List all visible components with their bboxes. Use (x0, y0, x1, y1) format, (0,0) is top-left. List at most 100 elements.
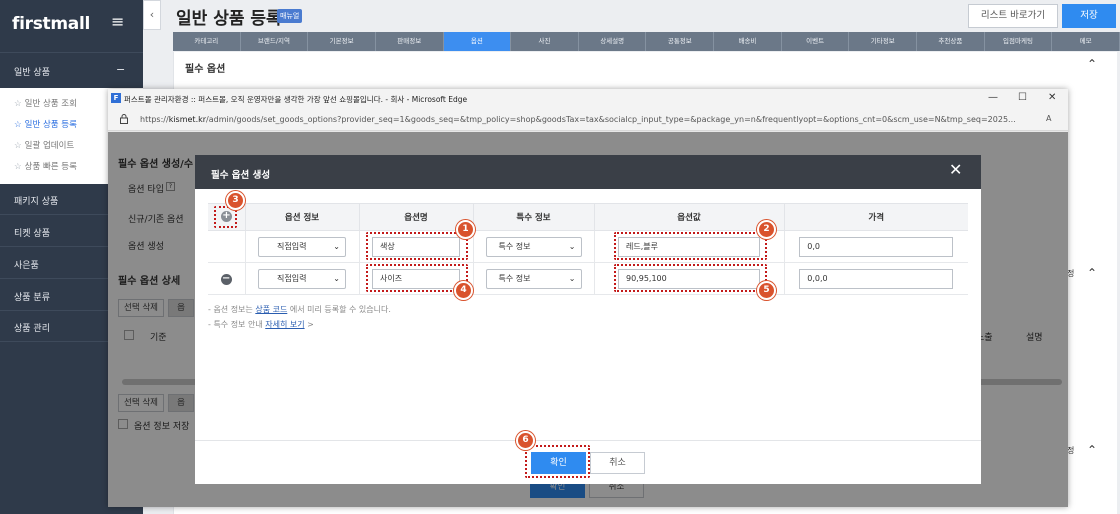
tab-brand-region[interactable]: 브랜드/지역 (240, 32, 309, 51)
tab-sales-info[interactable]: 판매정보 (375, 32, 444, 51)
url-path: /admin/goods/set_goods_options?provider_… (206, 115, 1016, 124)
sidebar-subitem-bulk-update[interactable]: ☆ 일괄 업데이트 (14, 139, 74, 151)
highlight-option-name-1 (366, 232, 468, 260)
close-icon[interactable]: ✕ (1048, 92, 1056, 103)
special-info-value: 특수 정보 (498, 273, 531, 283)
address-bar[interactable]: https://kismet.kr/admin/goods/set_goods_… (108, 109, 1068, 131)
sidebar-subitem-quick-register[interactable]: ☆ 상품 빠른 등록 (14, 160, 77, 172)
tab-other-info[interactable]: 기타정보 (849, 32, 918, 51)
row-action-cell (208, 230, 246, 263)
highlight-option-name-2 (366, 264, 468, 292)
sidebar-subitem-register[interactable]: ☆ 일반 상품 등록 (14, 118, 77, 130)
collapse-sidebar-button[interactable]: ‹ (143, 0, 161, 30)
section-label-stub: 정 (1067, 269, 1075, 278)
collapse-section-icon[interactable]: − (116, 63, 125, 76)
sidebar-subitem-label: 상품 빠른 등록 (24, 162, 77, 172)
special-info-select[interactable]: 특수 정보 ⌄ (485, 268, 582, 289)
remove-row-button[interactable]: − (220, 273, 232, 285)
special-info-cell: 특수 정보 ⌄ (473, 262, 595, 295)
tab-basic-info[interactable]: 기본정보 (308, 32, 376, 51)
lock-icon (120, 114, 128, 124)
go-to-list-button[interactable]: 리스트 바로가기 (968, 4, 1058, 28)
option-info-select[interactable]: 직접입력 ⌄ (258, 268, 346, 289)
note-text: > (304, 320, 314, 329)
tab-options[interactable]: 옵션 (443, 32, 512, 51)
star-icon: ☆ (14, 141, 22, 151)
star-icon: ☆ (14, 162, 22, 172)
sidebar-item-package[interactable]: 패키지 상품 (14, 194, 58, 207)
note-option-code: - 옵션 정보는 상품 코드 에서 미리 등록할 수 있습니다. (208, 305, 391, 314)
highlight-option-value-2 (614, 264, 767, 292)
step-marker-1: 1 (456, 220, 475, 239)
sidebar-subitem-label: 일반 상품 등록 (24, 120, 77, 130)
tab-memo[interactable]: 메모 (1052, 32, 1120, 51)
see-details-link[interactable]: 자세히 보기 (265, 320, 304, 329)
option-info-value: 직접입력 (277, 241, 307, 251)
tab-description[interactable]: 상세설명 (578, 32, 647, 51)
special-info-value: 특수 정보 (498, 241, 531, 251)
sidebar-item-general-products[interactable]: 일반 상품 (14, 65, 50, 78)
sidebar-divider (0, 52, 143, 53)
sidebar-subitem-list[interactable]: ☆ 일반 상품 조회 (14, 97, 77, 109)
price-cell: 0,0,0 (784, 262, 968, 295)
price-cell: 0,0 (784, 230, 968, 263)
tab-events[interactable]: 이벤트 (781, 32, 850, 51)
price-input[interactable]: 0,0,0 (799, 268, 954, 289)
note-text: 옵션 정보는 (213, 305, 256, 314)
sidebar-item-gift[interactable]: 사은품 (14, 258, 39, 271)
special-info-select[interactable]: 특수 정보 ⌄ (485, 236, 582, 257)
note-special-info: - 특수 정보 안내 자세히 보기 > (208, 320, 314, 329)
table-row: 직접입력 ⌄ 색상 특수 정보 ⌄ 레드,블루 0,0 (208, 230, 968, 263)
sidebar-subitem-label: 일반 상품 조회 (24, 99, 77, 109)
tab-common-info[interactable]: 공통정보 (646, 32, 715, 51)
url-host: kismet.kr (168, 115, 207, 124)
chevron-down-icon: ⌄ (333, 241, 340, 251)
cancel-button[interactable]: 취소 (590, 452, 645, 474)
highlight-option-value-1 (614, 232, 767, 260)
column-header-special-info: 특수 정보 (473, 203, 595, 231)
modal-header: 필수 옵션 생성 ✕ (195, 155, 981, 189)
sidebar-item-management[interactable]: 상품 관리 (14, 321, 50, 334)
price-input[interactable]: 0,0 (799, 236, 954, 257)
product-code-link[interactable]: 상품 코드 (255, 305, 287, 314)
tab-shipping[interactable]: 배송비 (714, 32, 782, 51)
section-tabs: 카테고리 브랜드/지역 기본정보 판매정보 옵션 사진 상세설명 공통정보 배송… (173, 32, 1120, 51)
column-header-price: 가격 (784, 203, 968, 231)
note-text: 특수 정보 안내 (213, 320, 266, 329)
chevron-up-icon[interactable]: ⌃ (1087, 443, 1097, 457)
url-scheme: https:// (140, 115, 169, 124)
tab-photos[interactable]: 사진 (511, 32, 579, 51)
close-icon[interactable]: ✕ (949, 162, 962, 178)
step-marker-2: 2 (757, 220, 776, 239)
chevron-down-icon: ⌄ (568, 273, 576, 283)
section-label-stub: 정 (1067, 446, 1075, 455)
sidebar-item-ticket[interactable]: 티켓 상품 (14, 226, 50, 239)
tab-recommended[interactable]: 추천상품 (917, 32, 985, 51)
url-text[interactable]: https://kismet.kr/admin/goods/set_goods_… (140, 115, 1016, 124)
minimize-icon[interactable]: — (988, 92, 998, 103)
browser-title: 퍼스트몰 관리자환경 :: 퍼스트몰, 오직 운영자만을 생각한 가장 앞선 쇼… (124, 95, 468, 104)
read-aloud-icon[interactable]: A (1046, 114, 1051, 123)
page-title: 일반 상품 등록 (176, 9, 282, 29)
required-option-modal: 필수 옵션 생성 ✕ 옵션 정보 옵션명 특수 정보 옵션값 가격 직접입력 ⌄ … (195, 155, 981, 484)
highlight-confirm (525, 445, 590, 478)
tab-category[interactable]: 카테고리 (173, 32, 241, 51)
maximize-icon[interactable]: ☐ (1018, 92, 1027, 103)
tab-marketing[interactable]: 입점마케팅 (984, 32, 1053, 51)
table-header-row: 옵션 정보 옵션명 특수 정보 옵션값 가격 (208, 203, 968, 231)
save-button[interactable]: 저장 (1062, 4, 1116, 28)
option-table: 옵션 정보 옵션명 특수 정보 옵션값 가격 직접입력 ⌄ 색상 특수 정보 ⌄ 레… (208, 203, 968, 295)
favicon-icon: F (111, 93, 121, 103)
option-info-select[interactable]: 직접입력 ⌄ (258, 236, 346, 257)
chevron-up-icon[interactable]: ⌃ (1087, 266, 1097, 280)
star-icon: ☆ (14, 99, 22, 109)
column-header-option-value: 옵션값 (594, 203, 785, 231)
manual-badge[interactable]: 매뉴얼 (277, 9, 303, 23)
hamburger-icon[interactable]: ≡ (111, 14, 124, 30)
firstmall-logo[interactable]: firstmall (12, 14, 90, 34)
option-info-cell: 직접입력 ⌄ (245, 262, 360, 295)
sidebar-item-category[interactable]: 상품 분류 (14, 290, 50, 303)
option-info-value: 직접입력 (277, 273, 307, 283)
chevron-up-icon[interactable]: ⌃ (1087, 57, 1097, 71)
chevron-down-icon: ⌄ (568, 241, 576, 251)
